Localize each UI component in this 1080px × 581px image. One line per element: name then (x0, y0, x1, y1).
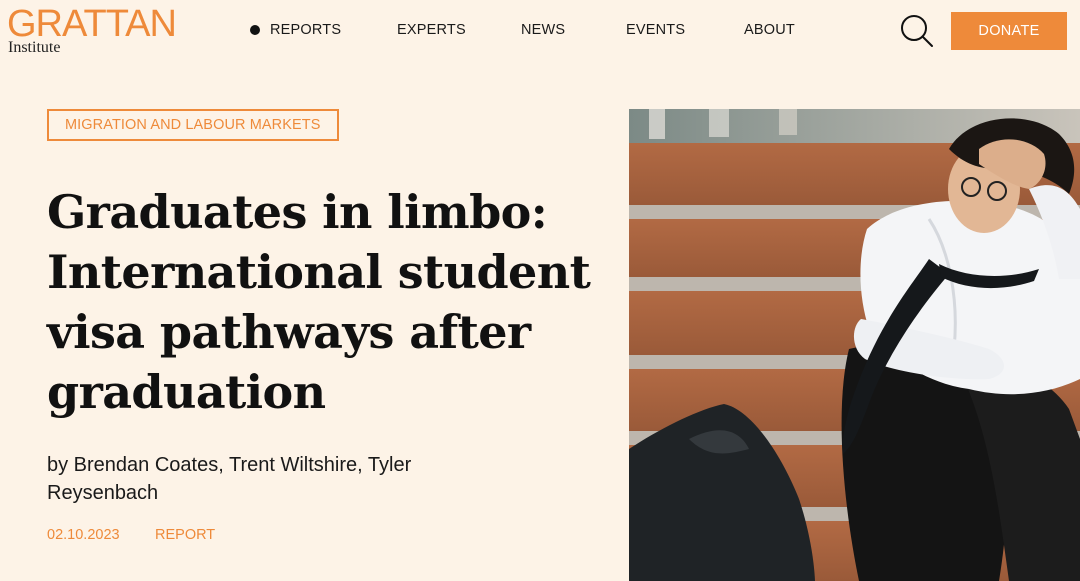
article-title: Graduates in limbo: International studen… (47, 185, 591, 419)
hero-image (629, 109, 1080, 581)
nav-label: REPORTS (270, 22, 342, 38)
category-tag[interactable]: MIGRATION AND LABOUR MARKETS (47, 109, 339, 141)
active-indicator-dot (250, 25, 260, 35)
nav-label: ABOUT (744, 22, 795, 38)
nav-item-news[interactable]: NEWS (521, 21, 565, 39)
nav-item-experts[interactable]: EXPERTS (397, 21, 466, 39)
donate-button[interactable]: DONATE (951, 12, 1067, 50)
site-header: GRATTAN Institute REPORTS EXPERTS NEWS E… (0, 0, 1080, 62)
nav-item-about[interactable]: ABOUT (744, 21, 795, 39)
article-byline: by Brendan Coates, Trent Wiltshire, Tyle… (47, 454, 412, 504)
stressed-graduate-photo (629, 109, 1080, 581)
nav-label: EXPERTS (397, 22, 466, 38)
nav-label: EVENTS (626, 22, 686, 38)
nav-item-reports[interactable]: REPORTS (250, 21, 342, 39)
grattan-logo[interactable]: GRATTAN Institute (7, 3, 177, 56)
search-button[interactable] (899, 13, 935, 49)
nav-item-events[interactable]: EVENTS (626, 21, 685, 39)
content-type-label[interactable]: REPORT (155, 527, 215, 543)
publish-date: 02.10.2023 (47, 527, 120, 543)
nav-label: NEWS (521, 22, 566, 38)
logo-wordmark: GRATTAN (7, 3, 177, 45)
search-icon (901, 15, 933, 47)
